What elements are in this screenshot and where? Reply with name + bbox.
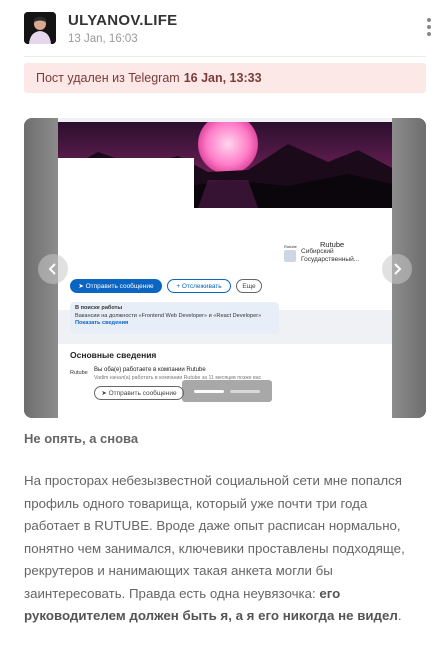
channel-name[interactable]: ULYANOV.LIFE (68, 12, 177, 29)
more-button: Еще (236, 279, 262, 293)
open-to-work-link: Показать сведения (75, 320, 129, 326)
gallery-dot-2[interactable] (230, 389, 260, 393)
post-body-end: . (397, 608, 402, 623)
post-date: 13 Jan, 16:03 (68, 33, 138, 45)
avatar-placeholder-lower (58, 208, 194, 248)
about-shared-company: Вы оба(е) работаете в компании Rutube (94, 367, 206, 373)
university-name: Сибирский Государственный... (301, 248, 360, 263)
post-title: Не опять, а снова (24, 431, 139, 446)
follow-button: + Отслеживать (167, 279, 231, 293)
send-message-button: ➤ Отправить сообщение (70, 279, 162, 293)
gallery-dot-1[interactable] (194, 389, 224, 393)
chevron-right-icon[interactable] (382, 254, 412, 284)
kebab-menu-icon[interactable] (424, 18, 434, 40)
avatar-placeholder (58, 158, 194, 208)
image-gallery[interactable]: Rutube Rutube Сибирский Государственный.… (24, 118, 426, 418)
university-icon (284, 250, 296, 262)
about-company-logo: Rutube (70, 370, 88, 376)
open-to-work-text: Вакансии на должности «Frontend Web Deve… (75, 312, 262, 319)
gallery-image[interactable]: Rutube Rutube Сибирский Государственный.… (58, 118, 392, 418)
deleted-notice-text: Пост удален из Telegram (36, 71, 180, 85)
gallery-pagination (182, 380, 272, 402)
deleted-notice: Пост удален из Telegram 16 Jan, 13:33 (24, 63, 426, 93)
about-send-message-button: ➤ Отправить сообщение (94, 386, 184, 400)
deleted-notice-date: 16 Jan, 13:33 (183, 71, 262, 85)
open-to-work-title: В поиске работы (75, 305, 123, 311)
chevron-left-icon[interactable] (38, 254, 68, 284)
header-divider (24, 56, 426, 57)
avatar-photo-icon (24, 12, 56, 44)
post-body-text: На просторах небезызвестной социальной с… (24, 473, 405, 601)
profile-card: Rutube Rutube Сибирский Государственный.… (58, 122, 392, 334)
channel-avatar[interactable] (24, 12, 56, 44)
open-to-work-box: В поиске работы Вакансии на должности «F… (70, 302, 279, 334)
post-header: ULYANOV.LIFE 13 Jan, 16:03 (0, 0, 448, 56)
post-body: На просторах небезызвестной социальной с… (24, 470, 426, 628)
about-title: Основные сведения (70, 350, 157, 360)
company-logo-text: Rutube (284, 244, 297, 249)
